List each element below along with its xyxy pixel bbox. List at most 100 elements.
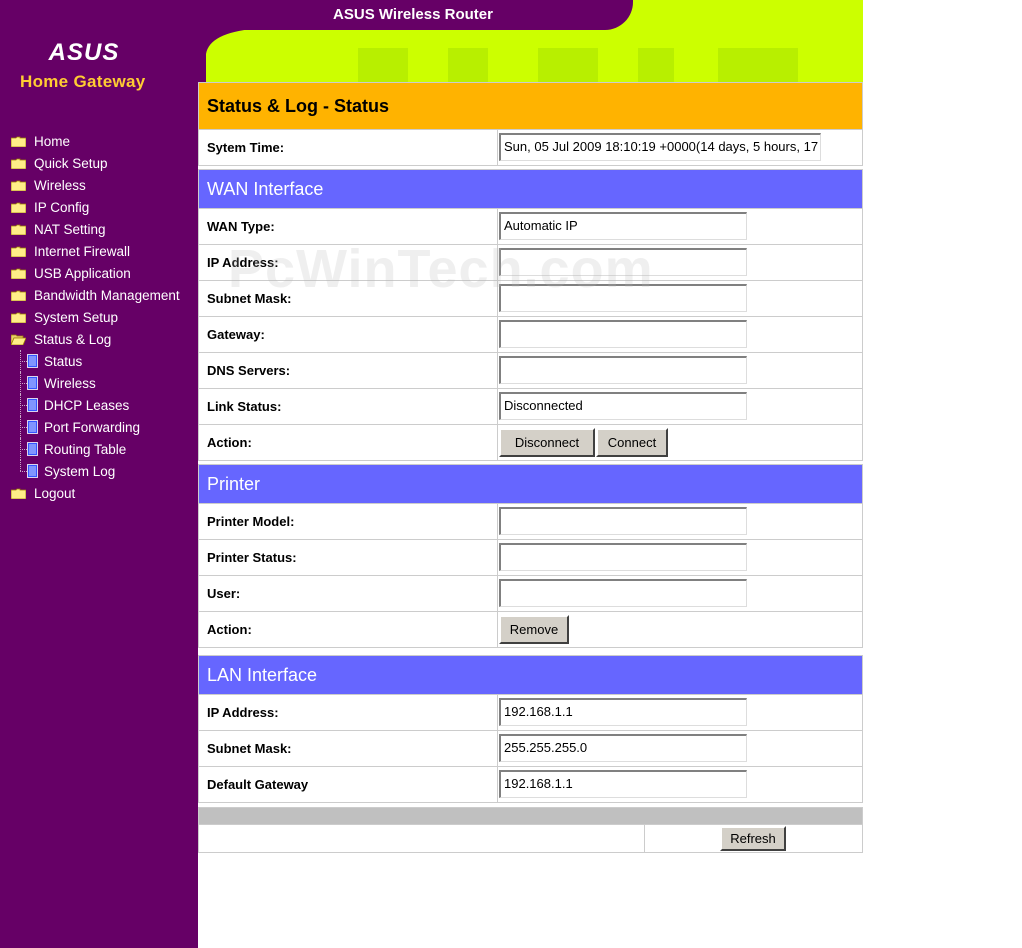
nav-item-bandwidth-management[interactable]: Bandwidth Management: [0, 284, 198, 306]
lan-ip-field[interactable]: 192.168.1.1: [499, 698, 747, 726]
nav-item-system-setup[interactable]: System Setup: [0, 306, 198, 328]
nav-subitem-wireless[interactable]: Wireless: [0, 372, 198, 394]
printer-status-row: Printer Status:: [198, 540, 863, 576]
nav-item-usb-application[interactable]: USB Application: [0, 262, 198, 284]
lan-gateway-field[interactable]: 192.168.1.1: [499, 770, 747, 798]
document-icon: [27, 464, 38, 478]
nav-menu: Home Quick Setup Wireless IP Config NAT …: [0, 130, 198, 504]
folder-icon: [11, 290, 26, 301]
connect-button[interactable]: Connect: [596, 428, 668, 457]
lan-mask-row: Subnet Mask: 255.255.255.0: [198, 731, 863, 767]
nav-label: Wireless: [34, 177, 86, 193]
tree-connector: [20, 427, 27, 428]
document-icon: [27, 376, 38, 390]
folder-icon: [11, 224, 26, 235]
document-icon: [27, 354, 38, 368]
nav-label: Status: [44, 353, 83, 369]
wan-action-label: Action:: [207, 435, 252, 450]
system-time-field[interactable]: Sun, 05 Jul 2009 18:10:19 +0000(14 days,…: [499, 133, 821, 161]
printer-section-header: Printer: [198, 464, 863, 504]
nav-label: Internet Firewall: [34, 243, 131, 259]
tree-connector: [20, 460, 21, 471]
tree-connector: [20, 361, 27, 362]
nav-label: System Setup: [34, 309, 119, 325]
footer-bar: [198, 807, 863, 825]
nav-item-quick-setup[interactable]: Quick Setup: [0, 152, 198, 174]
nav-subitem-system-log[interactable]: System Log: [0, 460, 198, 482]
folder-icon: [11, 268, 26, 279]
nav-label: Quick Setup: [34, 155, 108, 171]
wan-link-label: Link Status:: [207, 399, 282, 414]
nav-item-status-log[interactable]: Status & Log: [0, 328, 198, 350]
wan-type-field[interactable]: Automatic IP: [499, 212, 747, 240]
wan-link-row: Link Status: Disconnected: [198, 389, 863, 425]
wan-link-field[interactable]: Disconnected: [499, 392, 747, 420]
nav-label: Logout: [34, 485, 76, 501]
folder-icon: [11, 246, 26, 257]
wan-ip-row: IP Address:: [198, 245, 863, 281]
printer-model-row: Printer Model:: [198, 504, 863, 540]
nav-item-logout[interactable]: Logout: [0, 482, 198, 504]
folder-icon: [11, 180, 26, 191]
nav-item-internet-firewall[interactable]: Internet Firewall: [0, 240, 198, 262]
tree-connector: [20, 383, 27, 384]
lan-gateway-row: Default Gateway 192.168.1.1: [198, 767, 863, 803]
printer-action-row: Action: Remove: [198, 612, 863, 648]
tree-connector: [20, 471, 27, 472]
nav-item-ip-config[interactable]: IP Config: [0, 196, 198, 218]
nav-subitem-port-forwarding[interactable]: Port Forwarding: [0, 416, 198, 438]
printer-user-field[interactable]: [499, 579, 747, 607]
printer-status-label: Printer Status:: [207, 550, 297, 565]
nav-subitem-status[interactable]: Status: [0, 350, 198, 372]
printer-user-row: User:: [198, 576, 863, 612]
wan-mask-field[interactable]: [499, 284, 747, 312]
nav-subitem-routing-table[interactable]: Routing Table: [0, 438, 198, 460]
printer-model-field[interactable]: [499, 507, 747, 535]
remove-button[interactable]: Remove: [499, 615, 569, 644]
wan-ip-field[interactable]: [499, 248, 747, 276]
folder-icon: [11, 312, 26, 323]
wan-dns-field[interactable]: [499, 356, 747, 384]
folder-icon: [11, 158, 26, 169]
open-folder-icon: [11, 334, 26, 345]
wan-action-row: Action: Disconnect Connect: [198, 425, 863, 461]
nav-label: USB Application: [34, 265, 131, 281]
nav-subitem-dhcp-leases[interactable]: DHCP Leases: [0, 394, 198, 416]
nav-label: Routing Table: [44, 441, 127, 457]
printer-user-label: User:: [207, 586, 241, 601]
banner-curve: [198, 28, 268, 82]
wan-mask-row: Subnet Mask:: [198, 281, 863, 317]
document-icon: [27, 420, 38, 434]
wan-gateway-field[interactable]: [499, 320, 747, 348]
document-icon: [27, 398, 38, 412]
printer-status-field[interactable]: [499, 543, 747, 571]
folder-icon: [11, 136, 26, 147]
folder-icon: [11, 488, 26, 499]
main-content: Status & Log - Status Sytem Time: Sun, 0…: [198, 82, 863, 853]
wan-gateway-row: Gateway:: [198, 317, 863, 353]
wan-type-row: WAN Type: Automatic IP: [198, 209, 863, 245]
printer-model-label: Printer Model:: [207, 514, 295, 529]
nav-item-nat-setting[interactable]: NAT Setting: [0, 218, 198, 240]
lan-ip-label: IP Address:: [207, 705, 279, 720]
nav-item-home[interactable]: Home: [0, 130, 198, 152]
lan-mask-field[interactable]: 255.255.255.0: [499, 734, 747, 762]
wan-ip-label: IP Address:: [207, 255, 279, 270]
wan-gateway-label: Gateway:: [207, 327, 265, 342]
nav-label: IP Config: [34, 199, 90, 215]
footer-row: Refresh: [198, 825, 863, 853]
document-icon: [27, 442, 38, 456]
wan-mask-label: Subnet Mask:: [207, 291, 292, 306]
refresh-button[interactable]: Refresh: [720, 826, 786, 851]
wan-dns-row: DNS Servers:: [198, 353, 863, 389]
nav-item-wireless[interactable]: Wireless: [0, 174, 198, 196]
wan-type-label: WAN Type:: [207, 219, 275, 234]
nav-label: Home: [34, 133, 71, 149]
disconnect-button[interactable]: Disconnect: [499, 428, 595, 457]
system-time-row: Sytem Time: Sun, 05 Jul 2009 18:10:19 +0…: [198, 130, 863, 166]
nav-label: NAT Setting: [34, 221, 106, 237]
tree-connector: [20, 405, 27, 406]
wan-dns-label: DNS Servers:: [207, 363, 291, 378]
printer-action-label: Action:: [207, 622, 252, 637]
banner-title: ASUS Wireless Router: [333, 6, 493, 23]
